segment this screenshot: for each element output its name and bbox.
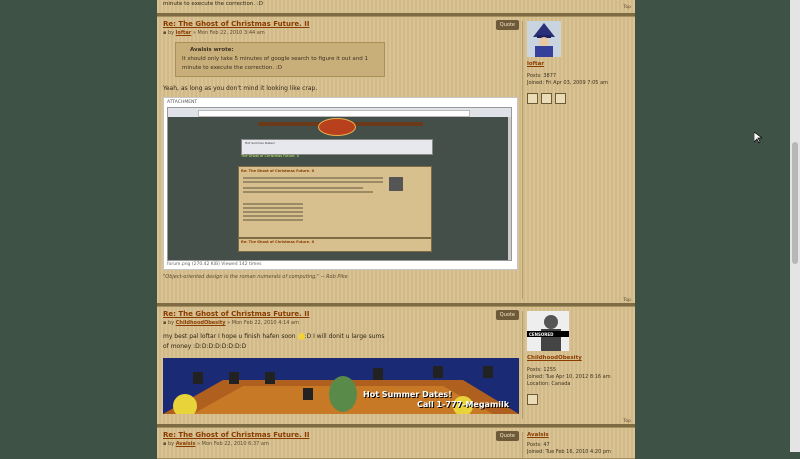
quote-text-2: minute to execute the correction. :D (182, 65, 282, 71)
mini-post2-title: Re: The Ghost of Christmas Future. II (241, 240, 315, 244)
post-meta: ▪ by loftar » Mon Feb 22, 2010 3:44 am (163, 30, 519, 36)
mini-ad: Hot Summer Dates! (241, 139, 433, 155)
scrollbar-thumb[interactable] (792, 142, 798, 264)
post-loftar: Re: The Ghost of Christmas Future. II Qu… (157, 16, 635, 305)
column-separator (522, 311, 523, 419)
post-body: Re: The Ghost of Christmas Future. II Qu… (163, 431, 519, 447)
avatar[interactable] (527, 21, 561, 57)
banner-text-1: Hot Summer Dates! (363, 390, 452, 399)
avatar-censored-label: CENSORED (529, 332, 554, 337)
badge-icon (541, 93, 552, 104)
post-author[interactable]: loftar (176, 30, 192, 36)
badge-icon (527, 93, 538, 104)
post-avalsis: Re: The Ghost of Christmas Future. II Qu… (157, 427, 635, 459)
post-childhoodobesity: Re: The Ghost of Christmas Future. II Qu… (157, 306, 635, 426)
user-profile: CENSORED ChildhoodObesity Posts: 1255 Jo… (527, 311, 627, 407)
top-link[interactable]: Top (623, 5, 631, 10)
post-author[interactable]: Avalsis (176, 441, 196, 447)
column-separator (522, 432, 523, 458)
attachment-heading: ATTACHMENT (167, 100, 198, 105)
post-text-1: my best pal loftar I hope u finish hafen… (163, 333, 296, 340)
mini-ad-title: Hot Summer Dates! (245, 141, 275, 145)
username[interactable]: loftar (527, 61, 627, 67)
badge-icon (555, 93, 566, 104)
quote-button[interactable]: Quote (495, 310, 519, 320)
badge-icon (527, 394, 538, 405)
joined-date: Joined: Tue Apr 10, 2012 8:16 am (527, 374, 611, 380)
attachment-image[interactable]: Hot Summer Dates! The Ghost of Christmas… (167, 107, 512, 261)
by-label: by (167, 441, 175, 447)
quote-text-1: It should only take 5 minutes of google … (182, 56, 368, 62)
badges (527, 87, 627, 106)
by-label: by (167, 30, 175, 36)
badges (527, 388, 627, 407)
post-date: » Mon Feb 22, 2010 6:37 am (197, 441, 269, 447)
post-text-line-1: my best pal loftar I hope u finish hafen… (163, 332, 519, 342)
post-title[interactable]: Re: The Ghost of Christmas Future. II (163, 431, 519, 439)
previous-post-fragment: minute to execute the correction. :D Top (157, 0, 635, 14)
forum-topic: minute to execute the correction. :D Top… (157, 0, 635, 459)
mini-address-bar (198, 110, 470, 117)
post-date: » Mon Feb 22, 2010 3:44 am (192, 30, 265, 36)
joined-date: Joined: Fri Apr 03, 2009 7:05 am (527, 80, 609, 86)
post-meta: ▪ by Avalsis » Mon Feb 22, 2010 6:37 am (163, 441, 519, 447)
quote-box: Avalsis wrote: It should only take 5 min… (175, 42, 385, 77)
quote-button[interactable]: Quote (495, 20, 519, 30)
mini-page-title: The Ghost of Christmas Future. II (241, 154, 299, 158)
joined-date: Joined: Tue Feb 16, 2010 4:20 pm (527, 449, 611, 455)
mini-post-title: Re: The Ghost of Christmas Future. II (241, 169, 315, 173)
user-profile: loftar Posts: 3877 Joined: Fri Apr 03, 2… (527, 21, 627, 106)
mouse-cursor-icon (754, 132, 762, 144)
username[interactable]: ChildhoodObesity (527, 355, 627, 361)
post-title[interactable]: Re: The Ghost of Christmas Future. II (163, 20, 519, 28)
post-text: Yeah, as long as you don't mind it looki… (163, 85, 318, 92)
quote-button[interactable]: Quote (495, 431, 519, 441)
avatar[interactable] (527, 311, 569, 351)
signature-banner: Hot Summer Dates! Call 1-777-Megamilk (163, 358, 519, 414)
user-profile: Avalsis Posts: 47 Joined: Tue Feb 16, 20… (527, 432, 627, 456)
mini-logo (318, 118, 356, 136)
smiley-icon (297, 333, 305, 340)
column-separator (522, 21, 523, 299)
vertical-scrollbar[interactable] (790, 0, 800, 452)
username[interactable]: Avalsis (527, 432, 627, 438)
post-body: Re: The Ghost of Christmas Future. II Qu… (163, 310, 519, 352)
post-text-1b: :D I will donit u large sums (304, 333, 385, 340)
quote-author: Avalsis wrote: (190, 47, 234, 53)
post-count: Posts: 3877 (527, 73, 557, 79)
post-body: Re: The Ghost of Christmas Future. II Qu… (163, 20, 519, 280)
mini-scrollbar (508, 117, 511, 260)
location: Location: Canada (527, 381, 571, 387)
by-label: by (167, 320, 175, 326)
signature: "Object-oriented design is the roman num… (163, 274, 348, 280)
mini-post: Re: The Ghost of Christmas Future. II Re… (238, 166, 432, 252)
post-author[interactable]: ChildhoodObesity (176, 320, 226, 326)
previous-post-text: minute to execute the correction. :D (163, 1, 263, 7)
post-count: Posts: 47 (527, 442, 550, 448)
post-date: » Mon Feb 22, 2010 4:14 am (227, 320, 299, 326)
attachment: ATTACHMENT Hot Summer Dates! The Ghost o… (163, 97, 518, 270)
post-count: Posts: 1255 (527, 367, 557, 373)
post-title[interactable]: Re: The Ghost of Christmas Future. II (163, 310, 519, 318)
banner-text-2: Call 1-777-Megamilk (417, 400, 510, 409)
mini-browser-bar (168, 108, 511, 117)
attachment-filename[interactable]: forum.png (270.42 KiB) Viewed 142 times (167, 262, 514, 267)
post-meta: ▪ by ChildhoodObesity » Mon Feb 22, 2010… (163, 320, 519, 326)
post-text-2: of money :D:D:D:D:D:D:D:D (163, 343, 247, 350)
